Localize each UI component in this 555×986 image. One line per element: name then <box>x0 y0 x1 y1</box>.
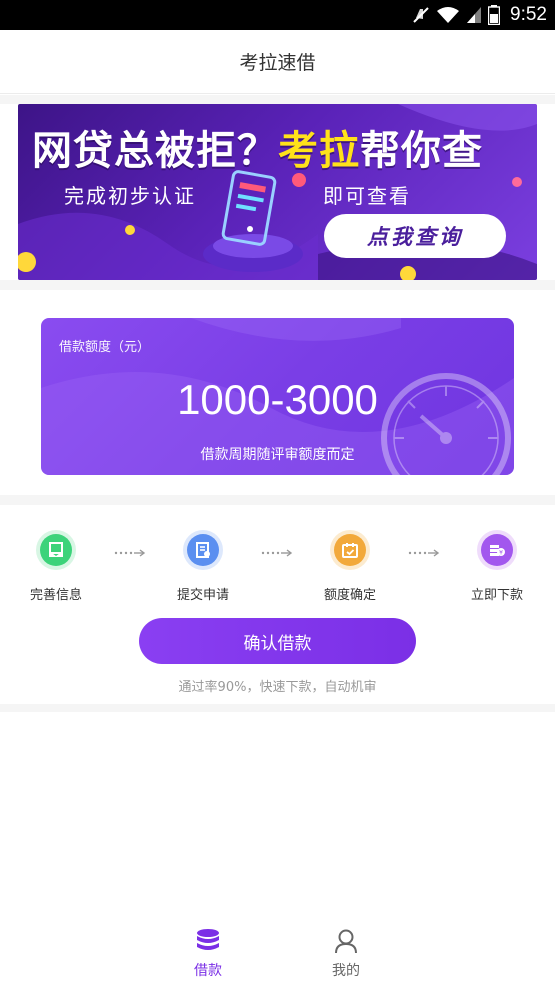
step-arrow-icon <box>114 549 146 557</box>
banner-headline-part3: 帮你查 <box>360 128 483 174</box>
submit-form-icon <box>196 542 210 558</box>
document-check-icon <box>49 542 63 557</box>
bottom-tab-bar: 借款 我的 <box>0 920 555 986</box>
tab-label: 我的 <box>332 963 360 979</box>
user-icon <box>335 929 357 954</box>
step-arrow-icon <box>408 549 440 557</box>
mute-icon <box>413 7 429 23</box>
step-label: 完善信息 <box>29 588 82 603</box>
tab-label: 借款 <box>194 963 222 979</box>
step-submit-application: 提交申请 <box>153 530 253 603</box>
status-icons: 9:52 <box>412 3 547 27</box>
tab-mine[interactable]: 我的 <box>316 928 376 980</box>
app-header: 考拉速借 <box>0 30 555 94</box>
money-stack-icon: ¥ <box>490 545 505 557</box>
confirm-loan-button[interactable]: 确认借款 <box>139 618 416 664</box>
divider <box>0 95 555 104</box>
quota-amount: 1000-3000 <box>177 376 378 423</box>
step-icon-bg <box>183 530 223 570</box>
loan-quota-card: 借款额度（元） 1000-3000 借款周期随评审额度而定 <box>41 318 514 475</box>
step-icon-bg <box>330 530 370 570</box>
calendar-check-icon <box>342 543 358 558</box>
step-immediate-payout: ¥ 立即下款 <box>447 530 547 603</box>
banner-headline: 网贷总被拒？考拉帮你查 <box>32 118 483 176</box>
step-icon-bg: ¥ <box>477 530 517 570</box>
quota-note: 借款周期随评审额度而定 <box>200 447 355 463</box>
step-arrow-icon <box>261 549 293 557</box>
step-label: 提交申请 <box>176 588 229 603</box>
database-icon <box>197 929 219 950</box>
divider <box>0 280 555 290</box>
step-icon-bg <box>36 530 76 570</box>
status-bar: 9:52 <box>0 0 555 30</box>
status-time: 9:52 <box>510 4 547 25</box>
step-complete-info: 完善信息 <box>6 530 106 603</box>
divider <box>0 495 555 505</box>
quota-label: 借款额度（元） <box>59 340 151 355</box>
banner-query-button[interactable]: 点我查询 <box>324 214 506 258</box>
approval-note: 通过率90%，快速下款，自动机审 <box>178 680 377 695</box>
svg-text:¥: ¥ <box>499 550 503 557</box>
step-label: 立即下款 <box>470 588 523 603</box>
banner-subtitle-right: 即可查看 <box>323 184 411 208</box>
promo-banner[interactable]: 网贷总被拒？考拉帮你查 完成初步认证 即可查看 点我查询 <box>18 104 537 280</box>
banner-headline-part1: 网贷总被拒？ <box>32 128 278 174</box>
step-label: 额度确定 <box>323 588 376 603</box>
step-quota-confirmed: 额度确定 <box>300 530 400 603</box>
wifi-icon <box>437 7 460 23</box>
banner-subtitle-left: 完成初步认证 <box>64 184 196 208</box>
tab-loan[interactable]: 借款 <box>178 928 238 980</box>
page-title: 考拉速借 <box>239 52 316 74</box>
banner-headline-brand: 考拉 <box>278 128 360 174</box>
battery-icon <box>488 5 501 25</box>
divider <box>0 704 555 712</box>
signal-icon <box>467 7 482 23</box>
